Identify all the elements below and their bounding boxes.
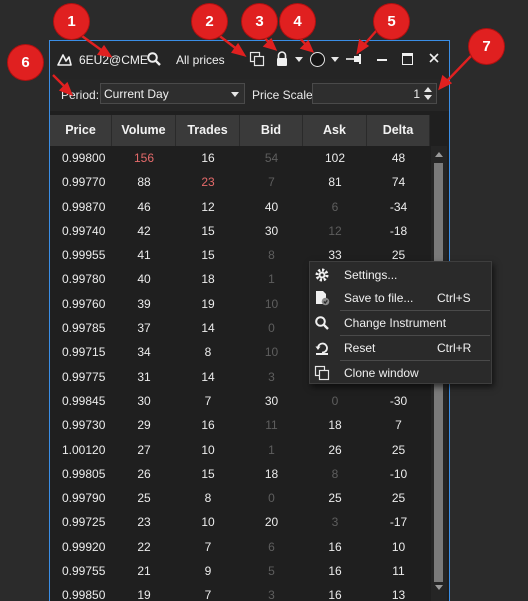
callout-marker-6: 6	[8, 45, 43, 80]
callout-arrows	[52, 29, 472, 97]
callout-marker-7: 7	[469, 29, 504, 64]
callout-marker-3: 3	[242, 4, 277, 39]
callout-marker-1: 1	[54, 4, 89, 39]
callout-marker-2: 2	[192, 4, 227, 39]
callout-marker-5: 5	[374, 4, 409, 39]
callout-marker-4: 4	[280, 4, 315, 39]
callout-arrow-7	[445, 55, 472, 83]
